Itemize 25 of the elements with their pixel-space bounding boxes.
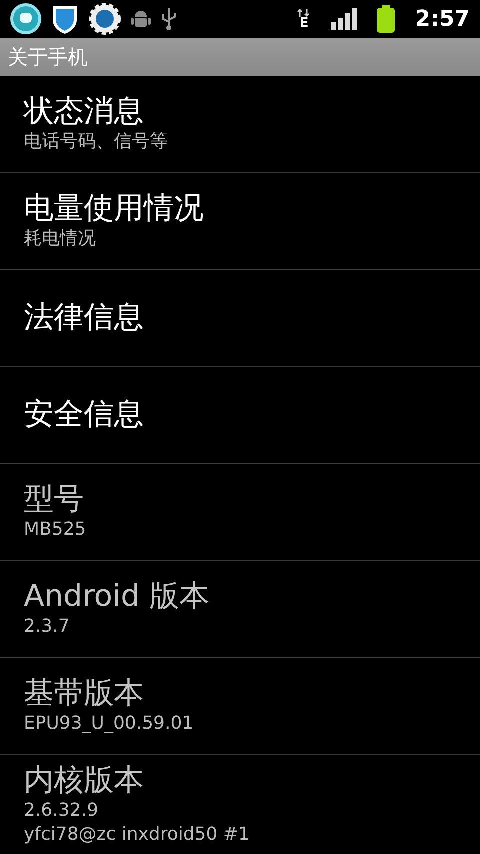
row-summary: MB525 (24, 518, 88, 542)
shield-icon (50, 3, 80, 35)
battery-icon (377, 5, 396, 33)
settings-icon (88, 2, 122, 36)
row-summary: 2.6.32.9 (24, 798, 100, 822)
network-type-label: E (300, 16, 309, 30)
row-summary: yfci78@zc inxdroid50 #1 (24, 822, 251, 846)
row-title: 基带版本 (24, 676, 145, 712)
row-title[interactable]: 状态消息 (24, 94, 456, 130)
screen-title: 关于手机 (8, 44, 88, 71)
row-summary: 耗电情况 (24, 227, 97, 251)
row-title[interactable]: 安全信息 (24, 397, 456, 433)
usb-icon (160, 7, 178, 31)
android-icon (130, 8, 152, 30)
signal-icon (331, 8, 358, 30)
data-arrows-icon (297, 8, 312, 16)
row-summary: 电话号码、信号等 (24, 130, 169, 154)
row-title: 内核版本 (24, 762, 145, 798)
row-title[interactable]: 法律信息 (24, 300, 456, 336)
row-summary: 2.3.7 (24, 615, 71, 639)
clock-time: 2:57 (415, 6, 470, 34)
row-title: Android 版本 (24, 579, 211, 615)
row-title: 型号 (24, 482, 85, 518)
row-summary: EPU93_U_00.59.01 (24, 712, 195, 736)
row-title[interactable]: 电量使用情况 (24, 191, 456, 227)
